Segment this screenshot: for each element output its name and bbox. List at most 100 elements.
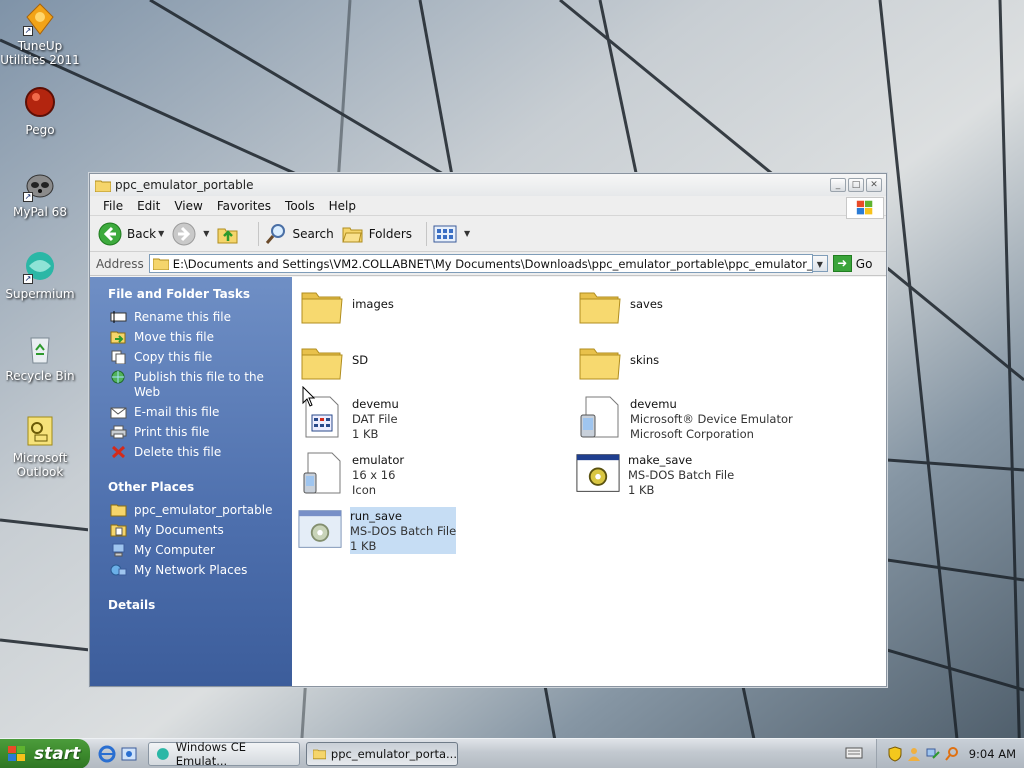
file-item-images[interactable]: images: [300, 285, 394, 329]
place-ppc-emulator-portable[interactable]: ppc_emulator_portable: [90, 500, 292, 520]
desktop-icon-tuneup[interactable]: ↗ TuneUp Utilities 2011: [0, 2, 80, 67]
file-item-saves[interactable]: saves: [578, 285, 663, 329]
menu-file[interactable]: File: [96, 199, 130, 213]
folder-icon: [301, 348, 343, 380]
file-item-run-save[interactable]: run_save MS-DOS Batch File 1 KB: [298, 507, 457, 554]
place-my-network-places[interactable]: My Network Places: [90, 560, 292, 580]
search-button[interactable]: Search: [265, 223, 334, 245]
file-type: MS-DOS Batch File: [350, 524, 457, 538]
desktop-icon-supermium[interactable]: ↗ Supermium: [0, 250, 80, 301]
recycle-bin-icon: [23, 332, 57, 366]
shortcut-arrow-icon: ↗: [23, 274, 33, 284]
address-input[interactable]: E:\Documents and Settings\VM2.COLLABNET\…: [148, 254, 813, 273]
back-button[interactable]: Back ▼: [98, 222, 164, 246]
task-move[interactable]: Move this file: [90, 327, 292, 347]
taskbar-button-label: Windows CE Emulat...: [175, 739, 247, 768]
menu-edit[interactable]: Edit: [130, 199, 167, 213]
folders-label: Folders: [368, 226, 413, 241]
views-button[interactable]: ▼: [433, 224, 470, 244]
desktop-icon-mypal[interactable]: ↗ MyPal 68: [0, 168, 80, 219]
place-my-computer[interactable]: My Computer: [90, 540, 292, 560]
show-desktop-icon[interactable]: [120, 745, 138, 763]
place-label: ppc_emulator_portable: [134, 503, 273, 517]
folders-button[interactable]: Folders: [341, 224, 413, 244]
search-label: Search: [292, 226, 334, 241]
desktop-icon-pego[interactable]: Pego: [0, 86, 80, 137]
task-print[interactable]: Print this file: [90, 422, 292, 442]
move-icon: [110, 331, 126, 344]
clock[interactable]: 9:04 AM: [969, 747, 1016, 761]
task-label: Rename this file: [134, 310, 232, 324]
maximize-button[interactable]: □: [848, 178, 864, 192]
task-copy[interactable]: Copy this file: [90, 347, 292, 367]
file-item-devemu-exe[interactable]: devemu Microsoft® Device Emulator Micros…: [578, 395, 793, 442]
file-name: emulator: [352, 453, 405, 467]
desktop-icon-label: Microsoft Outlook: [12, 451, 68, 479]
desktop-icon-label: Supermium: [5, 287, 75, 301]
toolbar-separator: [258, 221, 260, 246]
search-icon: [266, 223, 286, 244]
task-label: Delete this file: [134, 445, 222, 459]
start-button[interactable]: start: [0, 738, 90, 768]
taskbar-button-windows-ce-emulator[interactable]: Windows CE Emulat...: [148, 739, 300, 768]
menu-help[interactable]: Help: [322, 199, 363, 213]
back-arrow-icon: [98, 222, 122, 245]
search-icon[interactable]: [944, 746, 960, 762]
go-button[interactable]: ➜ Go: [832, 255, 872, 272]
chevron-down-icon[interactable]: ▼: [158, 229, 164, 238]
file-item-skins[interactable]: skins: [578, 341, 659, 385]
close-button[interactable]: ✕: [866, 178, 882, 192]
keyboard-icon[interactable]: [845, 745, 863, 761]
supermium-icon: ↗: [23, 250, 57, 284]
pego-icon: [23, 86, 57, 120]
file-name: saves: [630, 297, 663, 311]
forward-arrow-icon: [172, 222, 196, 245]
title-bar[interactable]: ppc_emulator_portable _ □ ✕: [90, 174, 886, 196]
up-folder-button[interactable]: [217, 223, 244, 245]
task-email[interactable]: E-mail this file: [90, 402, 292, 422]
address-bar: Address E:\Documents and Settings\VM2.CO…: [90, 252, 886, 276]
file-item-make-save[interactable]: make_save MS-DOS Batch File 1 KB: [576, 451, 734, 498]
address-dropdown-button[interactable]: ▼: [811, 255, 828, 272]
network-icon[interactable]: [925, 746, 941, 762]
menu-view[interactable]: View: [167, 199, 209, 213]
windows-flag-icon: [8, 745, 25, 761]
taskbar-button-label: ppc_emulator_porta...: [330, 746, 457, 761]
user-icon[interactable]: [906, 746, 922, 762]
file-type: Icon: [352, 483, 377, 497]
file-folder-tasks-title[interactable]: File and Folder Tasks: [90, 283, 292, 307]
file-type: MS-DOS Batch File: [628, 468, 735, 482]
emulator-icon-file-icon: [303, 452, 341, 494]
file-item-sd[interactable]: SD: [300, 341, 368, 385]
place-my-documents[interactable]: My Documents: [90, 520, 292, 540]
chevron-down-icon[interactable]: ▼: [203, 229, 209, 238]
desktop-icon-recycle-bin[interactable]: Recycle Bin: [0, 332, 80, 383]
tuneup-icon: ↗: [23, 2, 57, 36]
explorer-window[interactable]: ppc_emulator_portable _ □ ✕ File Edit Vi…: [89, 173, 887, 687]
task-label: Move this file: [134, 330, 214, 344]
file-name: devemu: [630, 397, 677, 411]
forward-button[interactable]: ▼: [172, 222, 209, 246]
details-title[interactable]: Details: [90, 594, 292, 618]
desktop-icon-outlook[interactable]: Microsoft Outlook: [0, 414, 80, 479]
publish-globe-icon: [111, 370, 125, 384]
toolbar: Back ▼ ▼ Search Folders ▼: [90, 216, 886, 252]
security-shield-icon[interactable]: [887, 746, 903, 762]
file-list-pane[interactable]: images saves SD skins devemu DAT File 1 …: [292, 277, 886, 686]
other-places-title[interactable]: Other Places: [90, 476, 292, 500]
file-item-emulator-icon[interactable]: emulator 16 x 16 Icon: [300, 451, 404, 498]
menu-favorites[interactable]: Favorites: [210, 199, 278, 213]
task-rename[interactable]: Rename this file: [90, 307, 292, 327]
minimize-button[interactable]: _: [830, 178, 846, 192]
file-dimensions: 16 x 16: [352, 468, 396, 482]
mouse-cursor-icon: [302, 386, 316, 407]
task-delete[interactable]: Delete this file: [90, 442, 292, 462]
menu-tools[interactable]: Tools: [278, 199, 322, 213]
task-publish[interactable]: Publish this file to the Web: [90, 367, 292, 402]
internet-explorer-icon[interactable]: [98, 745, 116, 763]
desktop-icon-label: Recycle Bin: [5, 369, 75, 383]
shortcut-arrow-icon: ↗: [23, 192, 33, 202]
shortcut-arrow-icon: ↗: [23, 26, 33, 36]
taskbar-button-ppc-emulator-portable[interactable]: ppc_emulator_porta...: [306, 741, 458, 766]
folder-icon: [579, 348, 621, 380]
